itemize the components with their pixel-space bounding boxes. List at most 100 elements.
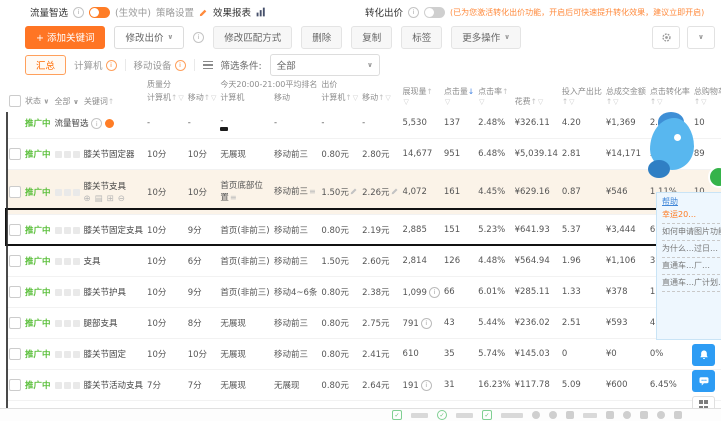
- bid-mobile-cell[interactable]: 2.75元: [362, 319, 389, 329]
- bid-pc-cell[interactable]: 0.80元: [321, 288, 348, 298]
- keyword-label[interactable]: 支具: [84, 257, 101, 267]
- bid-pc-cell[interactable]: 0.80元: [321, 226, 348, 236]
- info-icon[interactable]: i: [420, 379, 432, 391]
- toolbar-icon[interactable]: [606, 411, 614, 419]
- modify-bid-dropdown[interactable]: 修改出价 ∨: [114, 25, 185, 49]
- info-icon[interactable]: i: [193, 31, 205, 43]
- toolbar-check-icon[interactable]: ✓: [482, 410, 492, 420]
- modify-match-button[interactable]: 修改匹配方式: [213, 25, 293, 49]
- help-link[interactable]: 直通车…广计划…: [662, 275, 721, 292]
- bid-mobile-cell[interactable]: 2.60元: [362, 257, 389, 267]
- info-icon[interactable]: i: [73, 6, 85, 18]
- row-checkbox[interactable]: [9, 348, 21, 361]
- bid-mobile-cell[interactable]: 2.19元: [362, 226, 389, 236]
- subheader-mobile[interactable]: 移动↑▽: [186, 91, 219, 108]
- table-row[interactable]: 推广中 膝关节固定 i ⊕▤⊞⊖ 10分 10分 无展现≡ 移动前三≡ 0.80…: [7, 338, 721, 370]
- table-row[interactable]: 推广中 膝关节支具 i ⊕▤⊞⊖ 10分 10分 首页底部位置≡ 移动前三≡ 1…: [7, 169, 721, 215]
- row-checkbox[interactable]: [9, 148, 21, 161]
- subheader-pc[interactable]: 计算机↑▽: [319, 91, 360, 108]
- toolbar-check-icon[interactable]: ✓: [392, 410, 402, 420]
- keyword-label[interactable]: 膝关节固定: [84, 350, 127, 360]
- notification-button[interactable]: [692, 344, 715, 366]
- table-row[interactable]: 推广中 膝关节固定支具 i ⊕▤⊞⊖ 10分 9分 首页(非前三)≡ 移动前三≡…: [7, 214, 721, 246]
- header-keyword[interactable]: 全部 ∨ 关键词↑: [53, 76, 146, 108]
- info-icon[interactable]: i: [428, 286, 440, 298]
- bid-pc-cell[interactable]: 0.80元: [321, 350, 348, 360]
- bid-mobile-cell[interactable]: 2.38元: [362, 288, 389, 298]
- info-icon[interactable]: i: [91, 118, 103, 130]
- help-link[interactable]: 为什么…过日…: [662, 241, 721, 258]
- header-cart[interactable]: 总购物车数↑▽: [692, 76, 721, 108]
- keyword-label[interactable]: 流量智选: [55, 119, 89, 129]
- subheader-pc[interactable]: 计算机↑▽: [145, 91, 186, 108]
- row-checkbox[interactable]: [9, 255, 21, 268]
- header-gmv[interactable]: 总成交金额 ↑▽: [604, 76, 648, 108]
- table-row[interactable]: 推广中 膝关节活动支具 i ⊕▤⊞⊖ 7分 7分 无展现≡ 无展现≡ 0.80元…: [7, 369, 721, 401]
- tab-pc[interactable]: 计算机 i: [74, 58, 117, 72]
- keyword-label[interactable]: 膝关节固定支具: [84, 226, 144, 236]
- strategy-settings-link[interactable]: 策略设置: [156, 5, 194, 19]
- help-panel-header-link[interactable]: 帮助: [662, 196, 721, 207]
- feedback-button[interactable]: [692, 370, 715, 392]
- help-link[interactable]: 幸运20…: [662, 207, 721, 224]
- tag-button[interactable]: 标签: [401, 25, 443, 49]
- edit-icon[interactable]: [391, 188, 399, 197]
- toolbar-icon[interactable]: [674, 411, 682, 419]
- flow-smart-toggle[interactable]: [89, 6, 111, 18]
- help-link[interactable]: 直通车…厂…: [662, 258, 721, 275]
- keyword-label[interactable]: 膝关节护具: [84, 288, 127, 298]
- table-row[interactable]: 推广中 支具 i ⊕▤⊞⊖ 10分 6分 首页(非前三)≡ 移动前三≡ 1.50…: [7, 245, 721, 277]
- copy-button[interactable]: 复制: [351, 25, 393, 49]
- toolbar-icon[interactable]: [640, 411, 648, 419]
- pencil-icon[interactable]: [199, 8, 208, 17]
- header-clicks[interactable]: 点击量↓ ▽: [442, 76, 476, 108]
- table-row[interactable]: 推广中 膝关节护具 i ⊕▤⊞⊖ 10分 9分 首页(非前三)≡ 移动4~6条≡…: [7, 276, 721, 308]
- row-checkbox[interactable]: [9, 286, 21, 299]
- collapse-button[interactable]: ∨: [687, 25, 715, 49]
- bid-pc-cell[interactable]: -: [321, 118, 324, 128]
- report-link[interactable]: 效果报表: [213, 5, 251, 19]
- help-link[interactable]: 如何申请图片功能…: [662, 224, 721, 241]
- bid-pc-cell[interactable]: 0.80元: [321, 150, 348, 160]
- header-roi[interactable]: 投入产出比 ↑▽: [560, 76, 604, 108]
- delete-button[interactable]: 删除: [301, 25, 343, 49]
- row-checkbox[interactable]: [9, 379, 21, 392]
- bid-mobile-cell[interactable]: -: [362, 118, 365, 128]
- keyword-label[interactable]: 腿部支具: [84, 319, 118, 329]
- convert-bid-toggle[interactable]: [424, 6, 446, 18]
- tab-summary[interactable]: 汇总: [25, 55, 67, 75]
- info-icon[interactable]: i: [408, 6, 420, 18]
- toolbar-circle-icon[interactable]: ✓: [437, 410, 447, 420]
- bid-pc-cell[interactable]: 1.50元: [321, 257, 348, 267]
- header-cvr[interactable]: 点击转化率 ↑▽: [648, 76, 692, 108]
- bid-pc-cell[interactable]: 1.50元: [321, 188, 348, 198]
- bid-pc-cell[interactable]: 0.80元: [321, 319, 348, 329]
- add-keyword-button[interactable]: + 添加关键词: [25, 25, 106, 49]
- toolbar-icon[interactable]: [549, 411, 557, 419]
- table-row[interactable]: 推广中 腿部支具 i ⊕▤⊞⊖ 10分 8分 无展现≡ 移动前三≡ 0.80元 …: [7, 307, 721, 339]
- keyword-action-icons[interactable]: ⊕▤⊞⊖: [84, 194, 129, 204]
- rank-trend-icon[interactable]: ≡: [309, 187, 316, 196]
- bar-chart-icon[interactable]: [256, 7, 266, 17]
- bid-mobile-cell[interactable]: 2.26元: [362, 188, 389, 198]
- toolbar-icon[interactable]: [566, 411, 574, 419]
- row-checkbox[interactable]: [9, 186, 21, 199]
- rank-trend-icon[interactable]: ≡: [230, 193, 237, 202]
- header-cost[interactable]: 花费↑▽: [513, 76, 560, 108]
- edit-icon[interactable]: [350, 188, 358, 197]
- bid-mobile-cell[interactable]: 2.41元: [362, 350, 389, 360]
- bid-mobile-cell[interactable]: 2.80元: [362, 150, 389, 160]
- header-impressions[interactable]: 展现量↑ ▽: [401, 76, 442, 108]
- keyword-label[interactable]: 膝关节支具: [84, 182, 127, 192]
- table-row[interactable]: 推广中 流量智选 i ⊕▤⊞⊖ - - -≡ -≡ - - 5,530 137 …: [7, 108, 721, 139]
- header-status[interactable]: 状态 ∨: [7, 76, 53, 108]
- toolbar-icon[interactable]: [623, 411, 631, 419]
- keyword-label[interactable]: 膝关节固定器: [84, 150, 135, 160]
- select-all-checkbox[interactable]: [9, 95, 21, 107]
- row-checkbox[interactable]: [9, 224, 21, 237]
- settings-button[interactable]: [652, 25, 680, 49]
- toolbar-icon[interactable]: [657, 411, 665, 419]
- tab-mobile[interactable]: 移动设备 i: [134, 58, 186, 72]
- bid-mobile-cell[interactable]: 2.64元: [362, 381, 389, 391]
- row-checkbox[interactable]: [9, 317, 21, 330]
